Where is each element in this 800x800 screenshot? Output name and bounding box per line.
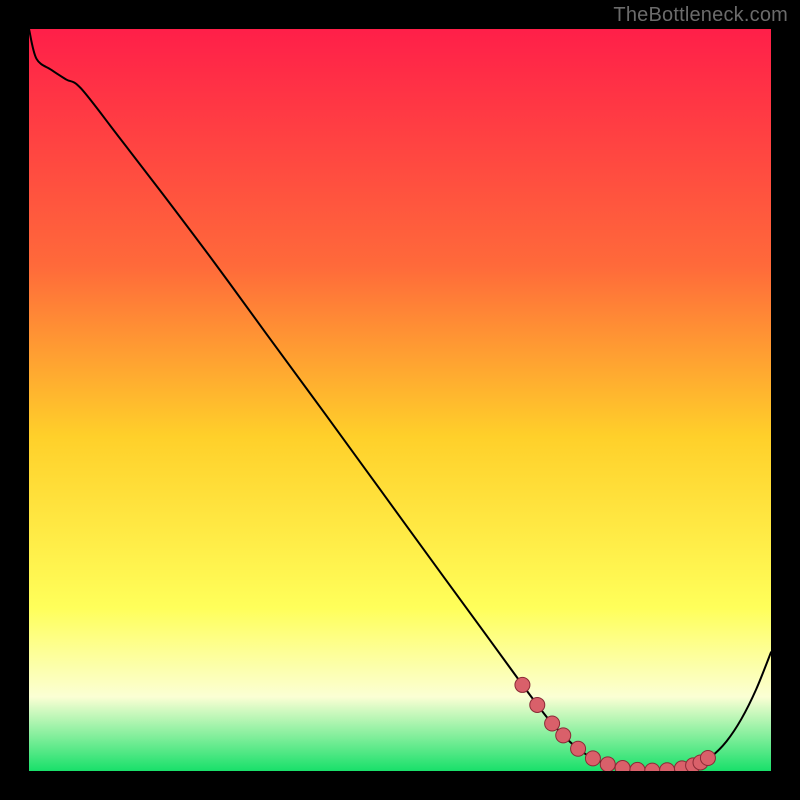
data-marker — [571, 741, 586, 756]
data-marker — [615, 761, 630, 771]
data-marker — [600, 757, 615, 771]
data-marker — [515, 677, 530, 692]
data-marker — [700, 751, 715, 766]
data-marker — [556, 728, 571, 743]
plot-area — [29, 29, 771, 771]
gradient-background — [29, 29, 771, 771]
data-marker — [530, 697, 545, 712]
chart-svg — [29, 29, 771, 771]
watermark-text: TheBottleneck.com — [613, 4, 788, 27]
chart-frame: TheBottleneck.com — [0, 0, 800, 800]
data-marker — [585, 751, 600, 766]
data-marker — [545, 716, 560, 731]
